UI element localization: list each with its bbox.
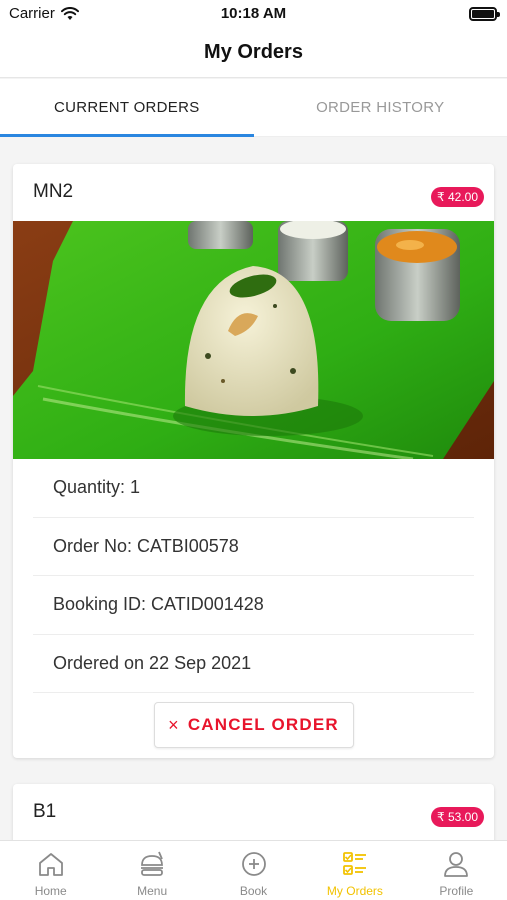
- orders-list[interactable]: MN2 ₹ 42.00 Quantity: 1 Order No: CATBI0…: [0, 138, 507, 840]
- tab-my-orders[interactable]: My Orders: [304, 841, 405, 900]
- order-tabs: CURRENT ORDERS ORDER HISTORY: [0, 79, 507, 137]
- item-code: B1: [33, 801, 57, 822]
- tab-menu-label: Menu: [137, 884, 168, 898]
- cancel-order-button[interactable]: × CANCEL ORDER: [153, 702, 354, 748]
- bottom-tab-bar: Home Menu Book My Orders Profile: [0, 840, 507, 900]
- tab-current-orders[interactable]: CURRENT ORDERS: [0, 79, 254, 137]
- battery-icon: [469, 7, 500, 21]
- book-icon: [241, 852, 266, 876]
- tab-order-history[interactable]: ORDER HISTORY: [254, 79, 507, 136]
- cancel-order-label: CANCEL ORDER: [187, 715, 339, 734]
- menu-icon: [141, 851, 164, 876]
- price-badge: ₹ 53.00: [431, 807, 484, 827]
- order-card: B1 ₹ 53.00: [13, 784, 494, 840]
- tab-home[interactable]: Home: [0, 841, 101, 900]
- item-code: MN2: [33, 181, 74, 202]
- upma-plate-illustration: [13, 221, 494, 459]
- my-orders-icon: [343, 852, 366, 875]
- ordered-on-row: Ordered on 22 Sep 2021: [33, 635, 474, 693]
- tab-profile-label: Profile: [439, 884, 474, 898]
- tab-menu[interactable]: Menu: [101, 841, 202, 900]
- tab-book[interactable]: Book: [203, 841, 304, 900]
- booking-id-row: Booking ID: CATID001428: [33, 576, 474, 635]
- status-time: 10:18 AM: [220, 5, 287, 22]
- navigation-bar: My Orders: [0, 30, 507, 78]
- home-icon: [38, 853, 63, 876]
- cancel-wrap: × CANCEL ORDER: [13, 693, 494, 757]
- price-badge: ₹ 42.00: [431, 187, 484, 207]
- tab-profile[interactable]: Profile: [406, 841, 507, 900]
- quantity-row: Quantity: 1: [33, 459, 474, 518]
- page-title: My Orders: [204, 41, 303, 63]
- profile-icon: [444, 852, 469, 877]
- tab-home-label: Home: [34, 884, 67, 898]
- order-card: MN2 ₹ 42.00 Quantity: 1 Order No: CATBI0…: [13, 164, 494, 758]
- tab-my-orders-label: My Orders: [326, 884, 383, 898]
- close-icon: ×: [168, 714, 180, 735]
- order-card-header: B1 ₹ 53.00: [13, 784, 494, 840]
- tab-book-label: Book: [239, 884, 268, 898]
- order-number-row: Order No: CATBI00578: [33, 518, 474, 576]
- order-card-header: MN2 ₹ 42.00: [13, 164, 494, 221]
- food-image: [13, 221, 494, 459]
- status-bar: Carrier 10:18 AM: [0, 0, 507, 30]
